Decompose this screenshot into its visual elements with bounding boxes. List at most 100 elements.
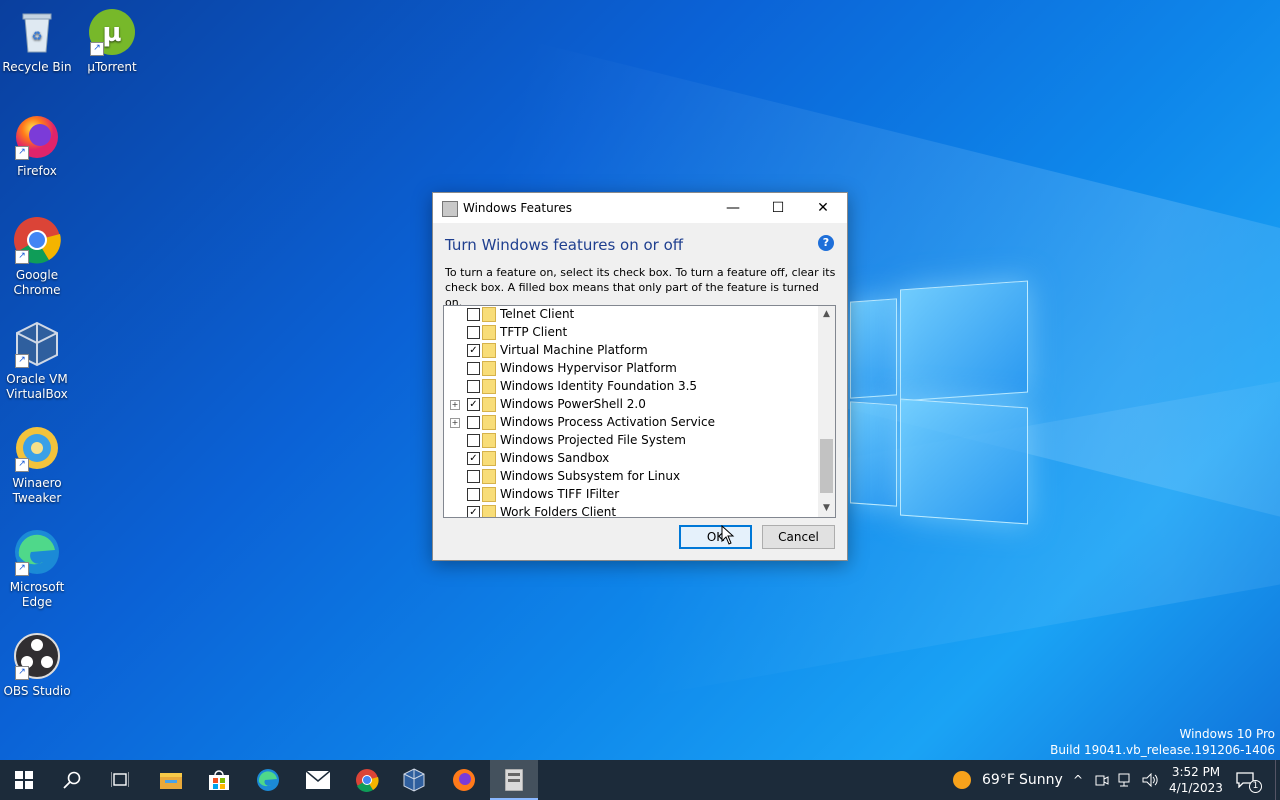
feature-row[interactable]: Windows TIFF IFilter bbox=[444, 485, 818, 503]
action-center-button[interactable]: 1 bbox=[1236, 760, 1264, 800]
shortcut-arrow-icon: ↗ bbox=[15, 146, 29, 160]
feature-label: TFTP Client bbox=[500, 325, 568, 339]
desktop-icon-recycle-bin[interactable]: ♻ Recycle Bin bbox=[0, 8, 74, 75]
features-tree[interactable]: Telnet Client TFTP Client ✓ Virtual Machine… bbox=[443, 305, 836, 518]
feature-row[interactable]: Windows Identity Foundation 3.5 bbox=[444, 377, 818, 395]
mouse-cursor-icon bbox=[721, 525, 735, 545]
task-view-icon bbox=[110, 772, 130, 787]
help-icon[interactable]: ? bbox=[818, 235, 834, 251]
feature-label: Windows Projected File System bbox=[500, 433, 686, 447]
feature-label: Windows Identity Foundation 3.5 bbox=[500, 379, 698, 393]
title-bar[interactable]: Windows Features — ☐ ✕ bbox=[433, 193, 847, 223]
notification-badge: 1 bbox=[1249, 780, 1262, 793]
close-button[interactable]: ✕ bbox=[800, 193, 846, 223]
cancel-button[interactable]: Cancel bbox=[762, 525, 835, 549]
scroll-down-icon[interactable]: ▼ bbox=[818, 500, 835, 517]
feature-checkbox[interactable] bbox=[467, 470, 480, 483]
folder-icon bbox=[482, 343, 496, 358]
desktop-icon-virtualbox[interactable]: ↗ Oracle VM VirtualBox bbox=[0, 320, 74, 402]
feature-row[interactable]: Windows Hypervisor Platform bbox=[444, 359, 818, 377]
taskbar-edge[interactable] bbox=[244, 760, 292, 800]
folder-icon bbox=[482, 469, 496, 484]
search-icon bbox=[63, 771, 81, 789]
desktop-icon-winaero-tweaker[interactable]: ↗ Winaero Tweaker bbox=[0, 424, 74, 506]
shortcut-arrow-icon: ↗ bbox=[90, 42, 104, 56]
feature-row[interactable]: ✓ Work Folders Client bbox=[444, 503, 818, 517]
ok-button[interactable]: OK bbox=[679, 525, 752, 549]
windows-features-dialog: Windows Features — ☐ ✕ Turn Windows feat… bbox=[432, 192, 848, 561]
feature-label: Windows TIFF IFilter bbox=[500, 487, 620, 501]
search-button[interactable] bbox=[48, 760, 96, 800]
feature-checkbox[interactable]: ✓ bbox=[467, 398, 480, 411]
feature-checkbox[interactable] bbox=[467, 308, 480, 321]
meet-now-icon[interactable] bbox=[1095, 760, 1111, 800]
start-icon bbox=[15, 771, 33, 789]
winaero-tweaker-icon: ↗ bbox=[13, 424, 61, 472]
windows-watermark: Windows 10 Pro Build 19041.vb_release.19… bbox=[1050, 726, 1275, 758]
feature-row[interactable]: + Windows Process Activation Service bbox=[444, 413, 818, 431]
feature-row[interactable]: TFTP Client bbox=[444, 323, 818, 341]
shortcut-arrow-icon: ↗ bbox=[15, 250, 29, 264]
feature-row[interactable]: Windows Subsystem for Linux bbox=[444, 467, 818, 485]
taskbar-mail[interactable] bbox=[294, 760, 342, 800]
feature-row[interactable]: Windows Projected File System bbox=[444, 431, 818, 449]
feature-checkbox[interactable] bbox=[467, 416, 480, 429]
desktop-icon-edge[interactable]: ↗ Microsoft Edge bbox=[0, 528, 74, 610]
minimize-button[interactable]: — bbox=[710, 193, 756, 223]
obs-icon: ↗ bbox=[13, 632, 61, 680]
vertical-scrollbar[interactable]: ▲ ▼ bbox=[818, 306, 835, 517]
feature-row[interactable]: ✓ Windows Sandbox bbox=[444, 449, 818, 467]
feature-label: Windows Subsystem for Linux bbox=[500, 469, 681, 483]
desktop-icon-obs[interactable]: ↗ OBS Studio bbox=[0, 632, 74, 699]
clock[interactable]: 3:52 PM 4/1/2023 bbox=[1166, 760, 1226, 800]
feature-checkbox[interactable]: ✓ bbox=[467, 506, 480, 517]
desktop-icon-label: Oracle VM VirtualBox bbox=[6, 372, 68, 401]
feature-checkbox[interactable] bbox=[467, 326, 480, 339]
taskbar-firefox[interactable] bbox=[440, 760, 488, 800]
feature-checkbox[interactable] bbox=[467, 380, 480, 393]
folder-icon bbox=[482, 415, 496, 430]
scroll-up-icon[interactable]: ▲ bbox=[818, 306, 835, 323]
task-view-button[interactable] bbox=[96, 760, 144, 800]
feature-checkbox[interactable]: ✓ bbox=[467, 344, 480, 357]
feature-label: Windows Process Activation Service bbox=[500, 415, 715, 429]
chrome-icon: ↗ bbox=[13, 216, 61, 264]
desktop-icon-chrome[interactable]: ↗ Google Chrome bbox=[0, 216, 74, 298]
taskbar-virtualbox[interactable] bbox=[390, 760, 438, 800]
taskbar-store[interactable] bbox=[195, 760, 243, 800]
taskbar: 69°F Sunny ^ 3:52 PM 4/1/2023 1 bbox=[0, 760, 1280, 800]
watermark-build: Build 19041.vb_release.191206-1406 bbox=[1050, 743, 1275, 757]
taskbar-file-explorer[interactable] bbox=[147, 760, 195, 800]
feature-row[interactable]: ✓ Virtual Machine Platform bbox=[444, 341, 818, 359]
expand-icon[interactable]: + bbox=[450, 400, 460, 410]
show-desktop-button[interactable] bbox=[1275, 760, 1280, 800]
feature-row[interactable]: Telnet Client bbox=[444, 306, 818, 323]
folder-icon bbox=[482, 325, 496, 340]
scrollbar-thumb[interactable] bbox=[820, 439, 833, 493]
feature-checkbox[interactable] bbox=[467, 434, 480, 447]
feature-checkbox[interactable] bbox=[467, 362, 480, 375]
svg-text:♻: ♻ bbox=[32, 29, 43, 43]
desktop-icon-label: Microsoft Edge bbox=[9, 580, 65, 609]
dialog-heading: Turn Windows features on or off bbox=[445, 236, 684, 254]
folder-icon bbox=[482, 505, 496, 517]
edge-icon bbox=[257, 769, 279, 791]
folder-icon bbox=[482, 487, 496, 502]
maximize-button[interactable]: ☐ bbox=[755, 193, 801, 223]
feature-row[interactable]: + ✓ Windows PowerShell 2.0 bbox=[444, 395, 818, 413]
expand-icon[interactable]: + bbox=[450, 418, 460, 428]
feature-checkbox[interactable] bbox=[467, 488, 480, 501]
feature-checkbox[interactable]: ✓ bbox=[467, 452, 480, 465]
network-icon[interactable] bbox=[1118, 760, 1136, 800]
file-explorer-icon bbox=[160, 773, 182, 789]
windows-features-icon bbox=[442, 201, 458, 217]
mail-icon bbox=[305, 770, 331, 789]
desktop-icon-utorrent[interactable]: µ ↗ µTorrent bbox=[75, 8, 149, 75]
start-button[interactable] bbox=[0, 760, 48, 800]
close-icon: ✕ bbox=[817, 200, 829, 216]
show-hidden-icons[interactable]: ^ bbox=[1070, 760, 1086, 800]
taskbar-chrome[interactable] bbox=[343, 760, 391, 800]
desktop-icon-firefox[interactable]: ↗ Firefox bbox=[0, 112, 74, 179]
volume-icon[interactable] bbox=[1142, 760, 1160, 800]
taskbar-windows-features[interactable] bbox=[490, 760, 538, 800]
